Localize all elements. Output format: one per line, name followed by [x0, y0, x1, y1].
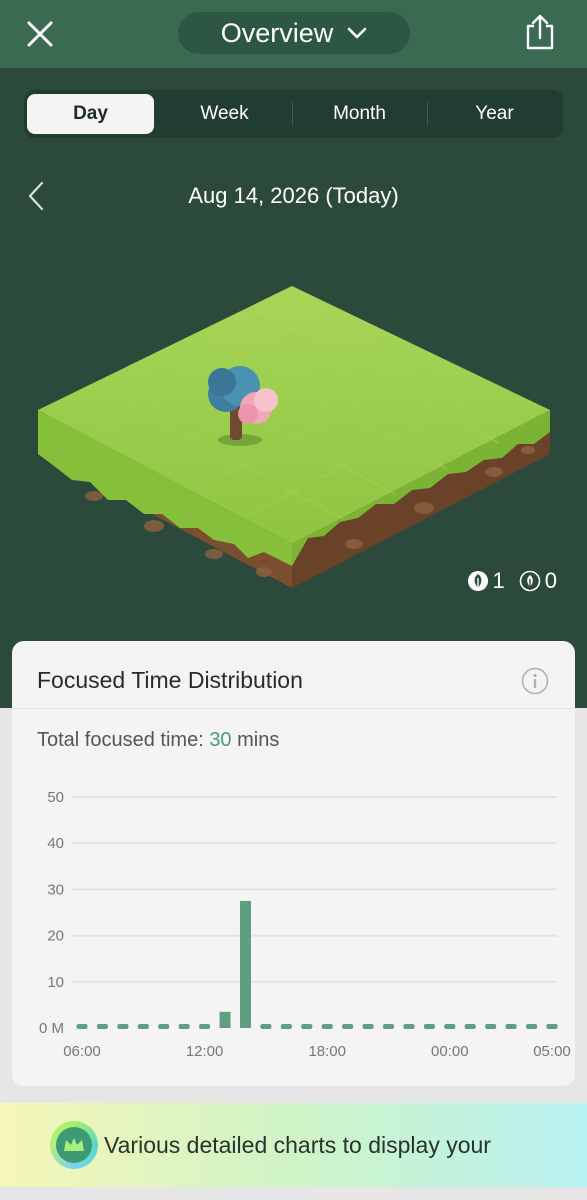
- chart-bar: [485, 1024, 497, 1029]
- chart-bar: [383, 1024, 395, 1029]
- total-unit: mins: [237, 729, 280, 751]
- chart-bar: [301, 1024, 313, 1029]
- divider: [12, 708, 575, 709]
- total-label: Total focused time:: [37, 729, 204, 751]
- chart-bar: [117, 1024, 129, 1029]
- withered-tree-count: 0: [519, 568, 557, 594]
- total-value: 30: [209, 729, 232, 751]
- chart-bar: [96, 1024, 108, 1029]
- chart-bar: [362, 1024, 374, 1029]
- tab-year[interactable]: Year: [431, 94, 558, 134]
- chart-bar: [526, 1024, 538, 1029]
- tab-week[interactable]: Week: [161, 94, 288, 134]
- chart-bar: [505, 1024, 517, 1029]
- top-bar: Overview: [0, 0, 587, 68]
- withered-leaf-icon: [519, 570, 541, 592]
- healthy-tree-count: 1: [467, 568, 505, 594]
- tab-day[interactable]: Day: [27, 94, 154, 134]
- x-tick-label: 12:00: [186, 1043, 224, 1060]
- chart-bar: [546, 1024, 558, 1029]
- chart-bar: [342, 1024, 354, 1029]
- chart-bar: [403, 1024, 415, 1029]
- y-tick-label: 30: [47, 881, 64, 898]
- period-tabs: Day Week Month Year: [24, 90, 563, 138]
- chart-bar: [321, 1024, 333, 1029]
- chart-bar: [464, 1024, 476, 1029]
- share-icon[interactable]: [522, 12, 558, 52]
- promo-banner[interactable]: Various detailed charts to display your: [0, 1103, 587, 1187]
- page-title: Overview: [220, 17, 334, 48]
- forest-island-image: [38, 286, 550, 588]
- promo-text: Various detailed charts to display your: [104, 1132, 491, 1158]
- withered-count-value: 0: [544, 568, 557, 593]
- y-tick-label: 0 M: [39, 1020, 64, 1037]
- chevron-down-icon: [347, 27, 367, 39]
- date-navigation: Aug 14, 2026 (Today): [0, 170, 587, 222]
- total-focused-time: Total focused time: 30 mins: [37, 729, 279, 752]
- y-tick-label: 10: [47, 974, 64, 991]
- focus-distribution-chart: 0 M 10 20 30 40 50 06:00 12:00 18:00 00:00 05:00: [39, 789, 571, 1060]
- chart-bar: [239, 900, 251, 1028]
- tab-month[interactable]: Month: [296, 94, 423, 134]
- y-tick-label: 40: [47, 835, 64, 852]
- chart-bar: [219, 1011, 231, 1028]
- tab-divider: [292, 102, 293, 126]
- chart-bar: [444, 1024, 456, 1029]
- crown-icon-bg: [56, 1127, 92, 1163]
- close-icon[interactable]: [22, 16, 58, 52]
- overview-dropdown[interactable]: Overview: [178, 12, 410, 54]
- x-tick-label: 18:00: [308, 1043, 346, 1060]
- chart-bar: [137, 1024, 149, 1029]
- date-label: Aug 14, 2026 (Today): [188, 183, 399, 208]
- y-tick-label: 20: [47, 928, 64, 945]
- crown-icon: [64, 1138, 84, 1151]
- healthy-count-value: 1: [492, 568, 505, 593]
- crown-badge: [50, 1121, 98, 1169]
- leaf-icon: [467, 571, 488, 591]
- card-title: Focused Time Distribution: [37, 667, 303, 693]
- chart-bar: [178, 1024, 190, 1029]
- x-tick-label: 00:00: [431, 1043, 469, 1060]
- chart-bar: [260, 1024, 272, 1029]
- x-tick-label: 06:00: [63, 1043, 101, 1060]
- tab-divider: [427, 102, 428, 126]
- tree-counters: 1 0: [453, 568, 557, 594]
- info-icon[interactable]: [521, 667, 549, 695]
- chart-bar: [158, 1024, 170, 1029]
- chart-bar: [423, 1024, 435, 1029]
- x-tick-label: 05:00: [533, 1043, 571, 1060]
- chart-bar: [280, 1024, 292, 1029]
- y-tick-label: 50: [47, 789, 64, 806]
- chart-bar: [199, 1024, 211, 1029]
- chart-bar: [76, 1024, 88, 1029]
